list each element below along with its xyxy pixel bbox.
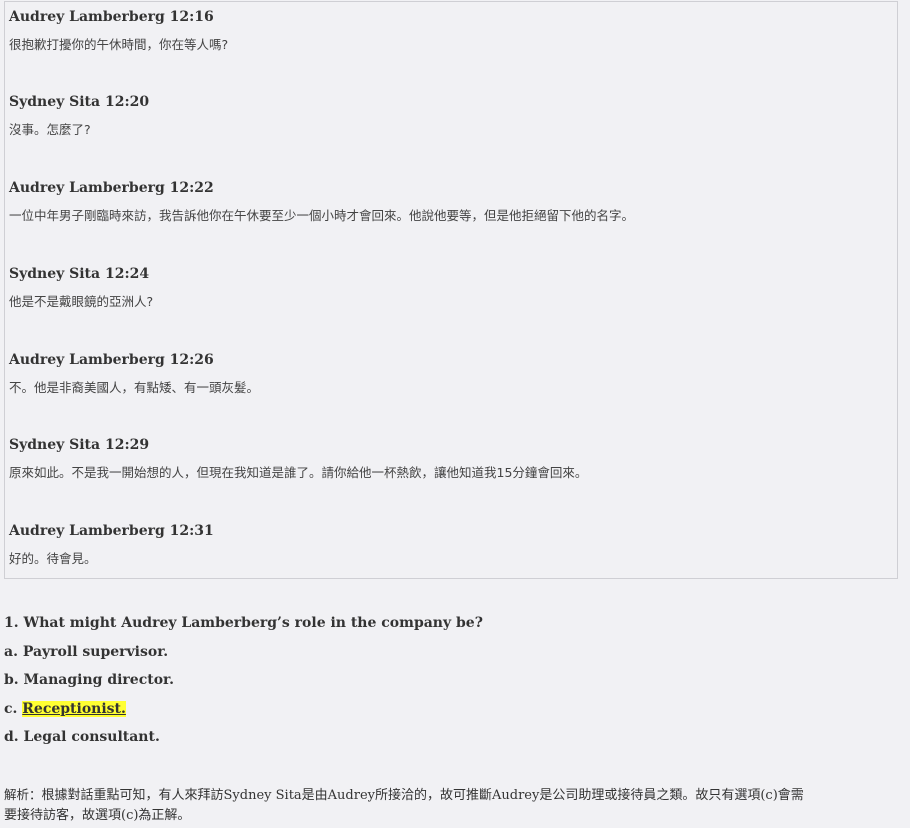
option-a: a. Payroll supervisor. (4, 643, 168, 661)
option-text: Legal consultant. (23, 729, 160, 745)
analysis-label: 解析： (4, 787, 42, 802)
message-header: Audrey Lamberberg 12:31 (9, 523, 214, 539)
analysis-line-1: 根據對話重點可知，有人來拜訪Sydney Sita是由Audrey所接洽的，故可… (41, 788, 804, 803)
option-letter: a. (4, 644, 18, 660)
option-d: d. Legal consultant. (4, 728, 160, 746)
option-b: b. Managing director. (4, 671, 174, 689)
option-letter: c. (4, 701, 18, 717)
message-text: 他是不是戴眼鏡的亞洲人? (9, 294, 154, 309)
message-header: Sydney Sita 12:29 (9, 437, 150, 453)
question-text: 1. What might Audrey Lamberberg’s role i… (4, 615, 483, 631)
chat-message: Audrey Lamberberg 12:22 一位中年男子剛臨時來訪，我告訴他… (9, 179, 634, 225)
message-text: 好的。待會見。 (9, 551, 97, 566)
message-text: 很抱歉打擾你的午休時間，你在等人嗎? (9, 37, 229, 52)
option-c: c. Receptionist. (4, 700, 126, 718)
message-header: Audrey Lamberberg 12:26 (9, 352, 214, 368)
message-header: Sydney Sita 12:24 (9, 266, 150, 282)
highlighted-answer: Receptionist. (22, 701, 126, 717)
chat-message: Audrey Lamberberg 12:31 好的。待會見。 (9, 522, 214, 568)
message-text: 原來如此。不是我一開始想的人，但現在我知道是誰了。請你給他一杯熱飲，讓他知道我1… (9, 465, 588, 480)
chat-message: Sydney Sita 12:29 原來如此。不是我一開始想的人，但現在我知道是… (9, 436, 587, 482)
chat-message: Audrey Lamberberg 12:16 很抱歉打擾你的午休時間，你在等人… (9, 8, 228, 54)
analysis-line-2: 要接待訪客，故選項(c)為正解。 (4, 808, 191, 823)
message-text: 不。他是非裔美國人，有點矮、有一頭灰髮。 (9, 380, 260, 395)
option-letter: d. (4, 729, 19, 745)
option-letter: b. (4, 672, 19, 688)
message-header: Audrey Lamberberg 12:22 (9, 180, 214, 196)
chat-message: Sydney Sita 12:20 沒事。怎麼了? (9, 93, 149, 139)
chat-message: Sydney Sita 12:24 他是不是戴眼鏡的亞洲人? (9, 265, 153, 311)
option-text: Payroll supervisor. (22, 644, 169, 660)
option-text: Managing director. (23, 672, 174, 688)
analysis-paragraph: 解析：根據對話重點可知，有人來拜訪Sydney Sita是由Audrey所接洽的… (4, 785, 904, 826)
chat-transcript: Audrey Lamberberg 12:16 很抱歉打擾你的午休時間，你在等人… (4, 1, 898, 579)
chat-message: Audrey Lamberberg 12:26 不。他是非裔美國人，有點矮、有一… (9, 351, 259, 397)
message-text: 沒事。怎麼了? (9, 122, 91, 137)
message-header: Audrey Lamberberg 12:16 (9, 9, 214, 25)
message-text: 一位中年男子剛臨時來訪，我告訴他你在午休要至少一個小時才會回來。他說他要等，但是… (9, 208, 635, 223)
message-header: Sydney Sita 12:20 (9, 94, 150, 110)
